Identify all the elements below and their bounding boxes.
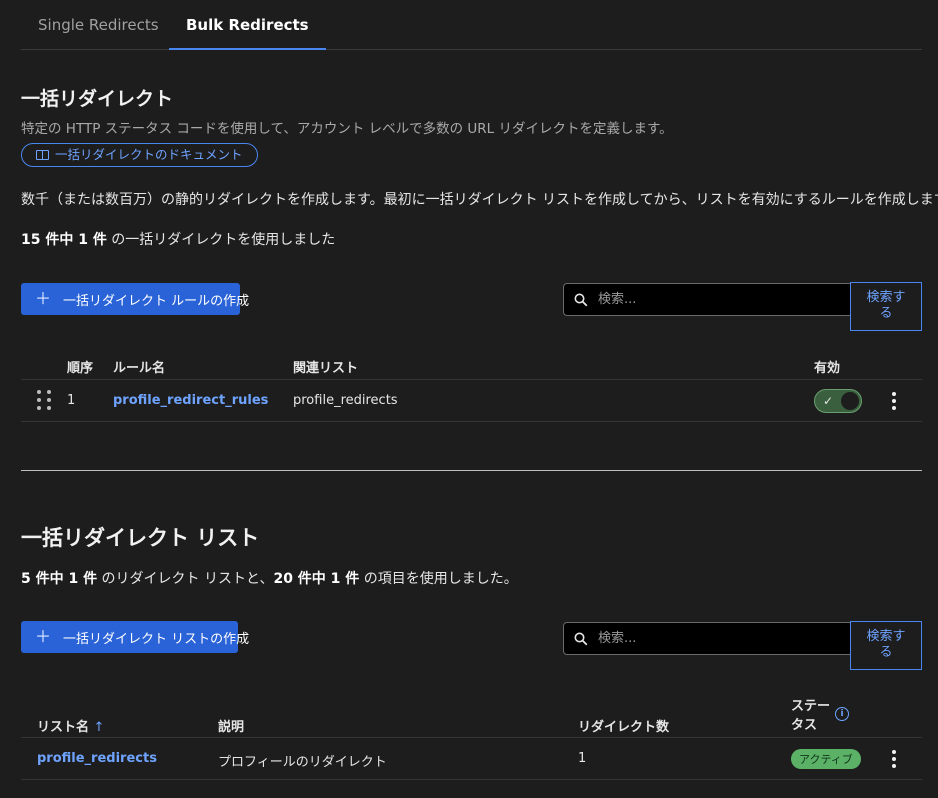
search-icon — [574, 632, 588, 645]
col-header-enabled: 有効 — [814, 361, 841, 376]
toggle-knob — [841, 392, 859, 410]
documentation-link-label: 一括リダイレクトのドキュメント — [55, 147, 243, 162]
documentation-link[interactable]: 一括リダイレクトのドキュメント — [21, 143, 258, 167]
table-divider — [21, 737, 922, 738]
col-header-redirect-count: リダイレクト数 — [578, 720, 670, 735]
rules-usage-count: 15 件中 1 件 — [21, 232, 107, 248]
list-actions-kebab-icon[interactable] — [891, 750, 897, 768]
section-divider — [21, 470, 922, 471]
table-divider — [21, 379, 922, 380]
lists-search-button-label: 検索する — [866, 629, 906, 660]
lists-search-input[interactable] — [596, 630, 840, 647]
list-name-link[interactable]: profile_redirects — [37, 751, 157, 766]
col-header-list-name[interactable]: リスト名 ↑ — [37, 716, 104, 735]
plus-icon: ＋ — [35, 289, 52, 308]
col-header-related-list: 関連リスト — [293, 361, 359, 376]
col-header-status: ステー タス — [791, 697, 830, 735]
col-header-rule-name: ルール名 — [113, 361, 166, 376]
items-usage-end: の項目を使用しました。 — [359, 571, 518, 587]
lists-search-field[interactable] — [563, 622, 853, 655]
section-title-bulk-redirect-lists: 一括リダイレクト リスト — [21, 526, 260, 550]
tab-single-redirects[interactable]: Single Redirects — [21, 0, 176, 49]
intro-paragraph: 数千（または数百万）の静的リダイレクトを作成します。最初に一括リダイレクト リス… — [21, 192, 938, 208]
list-description: プロフィールのリダイレクト — [218, 755, 387, 770]
create-rule-button[interactable]: ＋ 一括リダイレクト ルールの作成 — [21, 283, 249, 315]
section-description: 特定の HTTP ステータス コードを使用して、アカウント レベルで多数の UR… — [21, 121, 673, 137]
rules-search-button[interactable]: 検索する — [850, 282, 922, 331]
rules-usage-text: 15 件中 1 件 の一括リダイレクトを使用しました — [21, 229, 335, 249]
rule-related-list: profile_redirects — [293, 393, 398, 408]
col-header-status-line1: ステー — [791, 699, 831, 714]
search-icon — [574, 293, 588, 306]
status-badge: アクティブ — [791, 749, 861, 769]
rules-search-button-label: 検索する — [866, 290, 906, 321]
plus-icon: ＋ — [35, 627, 52, 646]
table-row-divider — [21, 779, 922, 780]
lists-usage-text: 5 件中 1 件 のリダイレクト リストと、20 件中 1 件 の項目を使用しま… — [21, 568, 518, 588]
create-list-button[interactable]: ＋ 一括リダイレクト リストの作成 — [21, 621, 249, 653]
items-usage-count: 20 件中 1 件 — [273, 571, 360, 587]
sort-ascending-icon: ↑ — [93, 720, 105, 735]
col-header-status-line2: タス — [791, 718, 818, 733]
lists-usage-mid: のリダイレクト リストと、 — [97, 571, 274, 587]
info-icon[interactable]: i — [835, 707, 849, 721]
tab-bar: Single Redirects Bulk Redirects — [21, 0, 922, 50]
rules-search-field[interactable] — [563, 283, 853, 316]
tab-bulk-redirects[interactable]: Bulk Redirects — [169, 0, 326, 50]
create-list-button-label: 一括リダイレクト リストの作成 — [63, 631, 250, 647]
col-header-order: 順序 — [67, 361, 94, 376]
col-header-list-name-label: リスト名 — [37, 720, 90, 735]
section-title-bulk-redirects: 一括リダイレクト — [21, 88, 174, 110]
rules-usage-suffix: の一括リダイレクトを使用しました — [106, 232, 336, 248]
rules-search-input[interactable] — [596, 291, 840, 308]
lists-search-button[interactable]: 検索する — [850, 621, 922, 670]
list-redirect-count: 1 — [578, 751, 587, 766]
col-header-description: 説明 — [218, 720, 245, 735]
rule-enabled-toggle[interactable]: ✓ — [814, 389, 862, 413]
rule-actions-kebab-icon[interactable] — [891, 392, 897, 410]
rule-order: 1 — [67, 393, 76, 408]
drag-handle-icon[interactable] — [37, 390, 51, 410]
create-rule-button-label: 一括リダイレクト ルールの作成 — [63, 293, 250, 309]
book-icon — [36, 150, 49, 160]
check-icon: ✓ — [823, 394, 834, 408]
table-row-divider — [21, 421, 922, 422]
rule-name-link[interactable]: profile_redirect_rules — [113, 393, 268, 408]
lists-usage-count: 5 件中 1 件 — [21, 571, 98, 587]
